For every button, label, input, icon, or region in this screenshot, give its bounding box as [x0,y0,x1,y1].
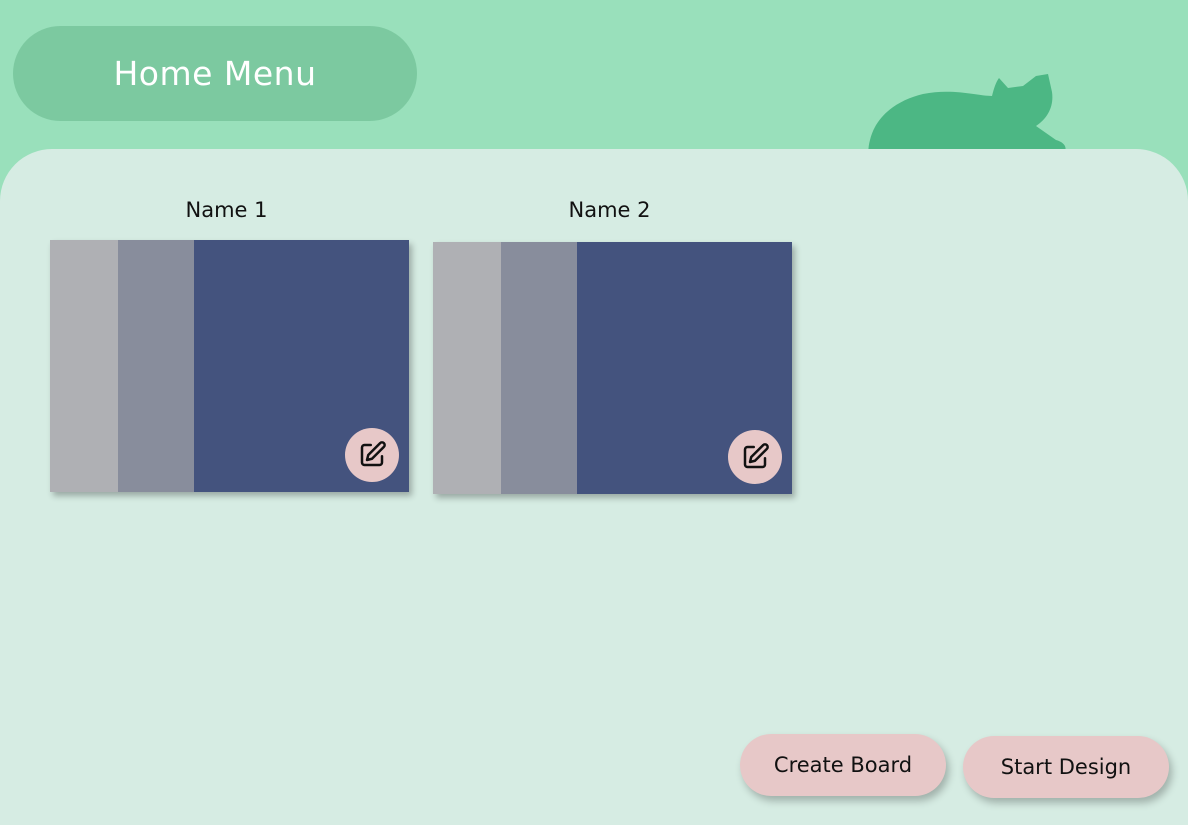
board-card-1[interactable]: Name 1 [50,198,409,498]
board-name: Name 1 [185,198,268,222]
start-design-button[interactable]: Start Design [963,736,1169,798]
edit-icon [743,443,769,469]
board-card-2[interactable]: Name 2 [433,198,792,498]
color-strip-light-gray [433,242,501,494]
board-name: Name 2 [568,198,651,222]
board-thumbnail[interactable] [50,240,409,492]
board-thumbnail[interactable] [433,242,792,494]
color-strip-slate [118,240,194,492]
create-board-label: Create Board [773,753,913,777]
color-strip-slate [501,242,577,494]
edit-icon [360,441,386,467]
create-board-button[interactable]: Create Board [740,734,946,796]
color-strip-light-gray [50,240,118,492]
home-menu-title: Home Menu [13,26,417,121]
page-title: Home Menu [113,54,317,93]
edit-board-button[interactable] [345,428,399,482]
edit-board-button[interactable] [728,430,782,484]
start-design-label: Start Design [1000,755,1132,779]
